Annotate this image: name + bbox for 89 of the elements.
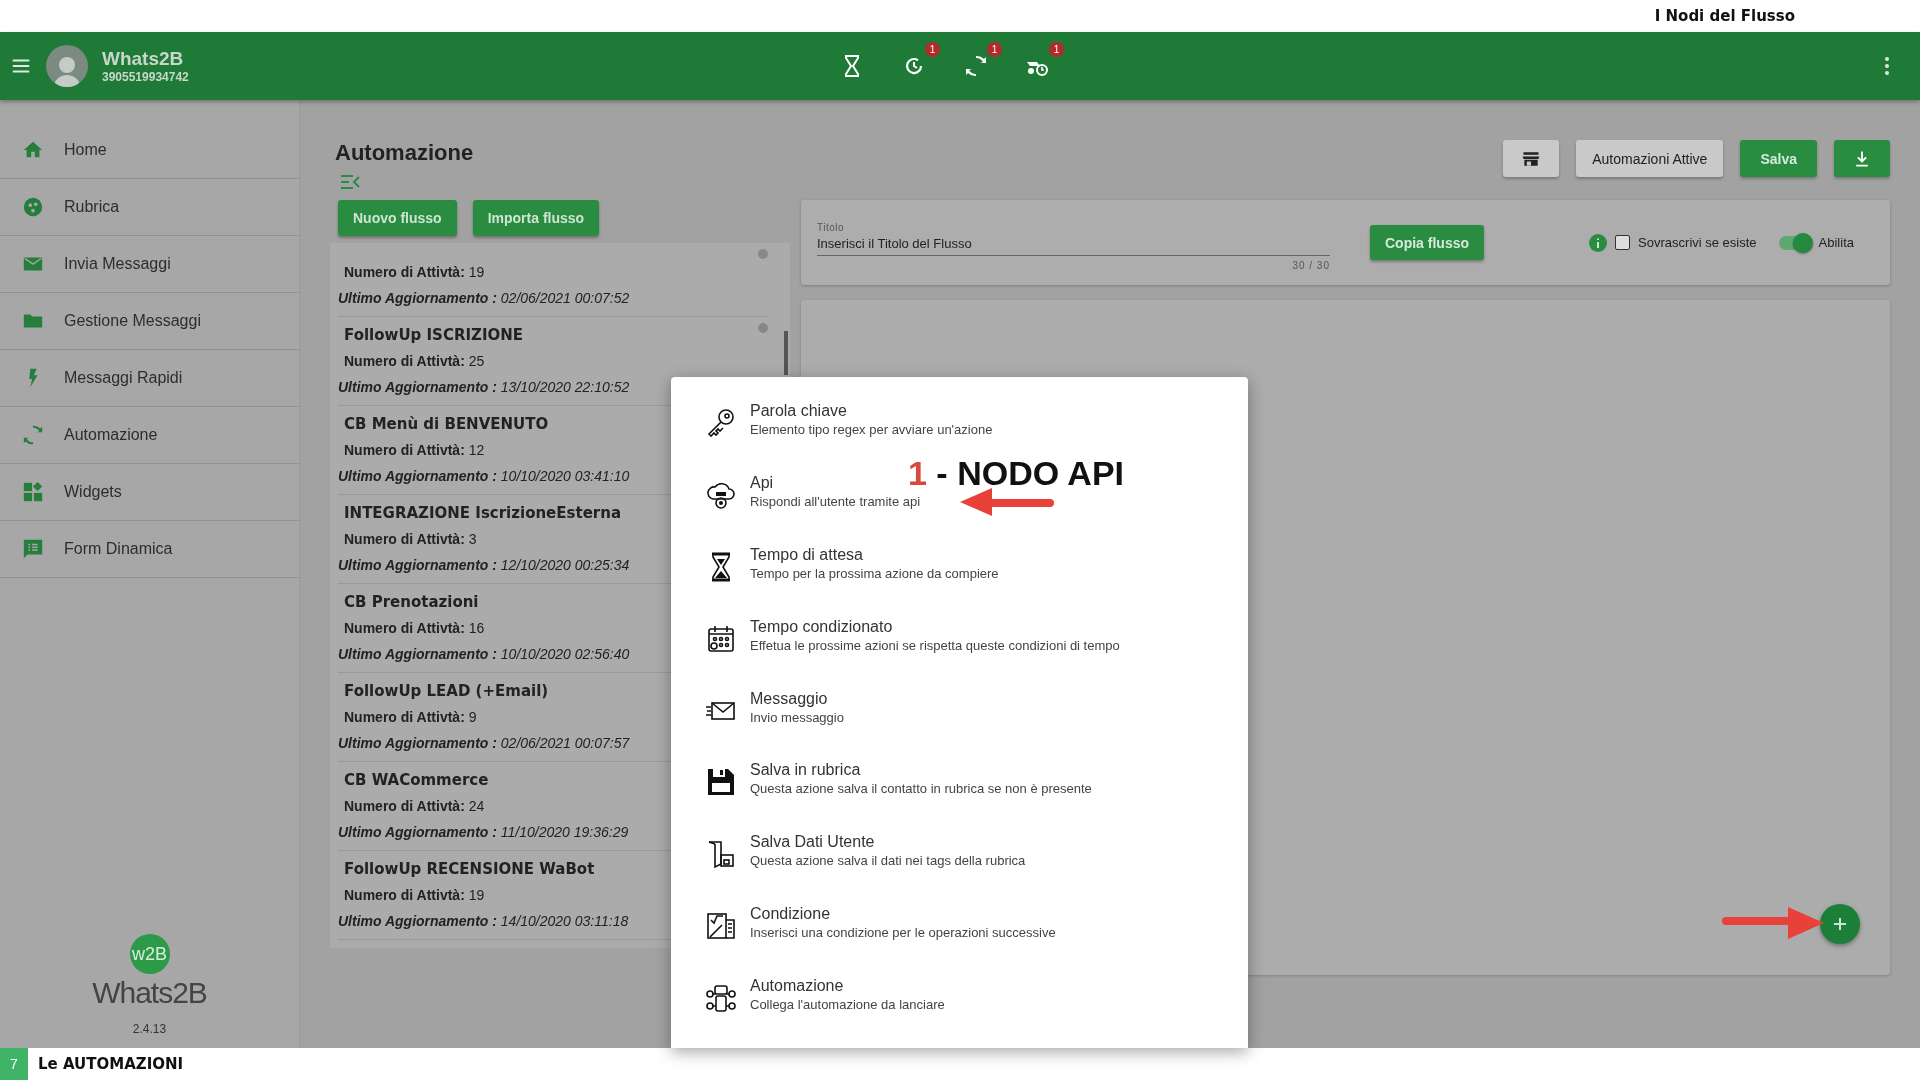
collapse-menu-icon <box>340 174 360 190</box>
notification-badge: 1 <box>925 42 940 57</box>
page-title: Automazione <box>334 139 475 167</box>
plus-icon <box>1832 916 1848 932</box>
sync-icon <box>964 54 988 78</box>
node-title[interactable]: Automazione <box>750 976 844 997</box>
node-description: Collega l'automazione da lanciare <box>750 996 945 1015</box>
notification-badge: 1 <box>987 42 1002 57</box>
key-icon <box>705 407 737 439</box>
node-description: Rispondi all'utente tramite api <box>750 492 921 511</box>
node-description: Invio messaggio <box>750 708 844 727</box>
enable-toggle[interactable] <box>1778 235 1811 250</box>
last-update: Ultimo Aggiornamento : 13/10/2020 22:10:52 <box>338 378 630 397</box>
save-button[interactable]: Salva <box>1740 140 1817 177</box>
activity-count: Numero di Attivtà: 3 <box>344 530 477 549</box>
activity-count: Numero di Attivtà: 19 <box>344 263 485 282</box>
sidebar-item[interactable]: Home <box>0 122 299 179</box>
page-number: 7 <box>0 1048 28 1080</box>
checkbox-label: Sovrascrivi se esiste <box>1638 235 1757 250</box>
node-title[interactable]: Messaggio <box>750 688 828 709</box>
activity-count: Numero di Attivtà: 24 <box>344 797 485 816</box>
last-update: Ultimo Aggiornamento : 10/10/2020 03:41:10 <box>338 467 630 486</box>
toggle-label: Abilita <box>1818 235 1854 250</box>
sidebar-item[interactable]: Form Dinamica <box>0 521 299 578</box>
app-name: Whats2B <box>102 48 185 70</box>
sidebar-item[interactable]: Widgets <box>0 464 299 521</box>
node-title[interactable]: Tempo di attesa <box>750 544 863 565</box>
flow-title: FollowUp RECENSIONE WaBot <box>344 859 595 880</box>
last-update: Ultimo Aggiornamento : 11/10/2020 19:36:29 <box>338 823 629 842</box>
more-icon <box>1884 55 1890 77</box>
active-automations-button[interactable]: Automazioni Attive <box>1576 140 1724 177</box>
activity-count: Numero di Attivtà: 12 <box>344 441 485 460</box>
sidebar-item[interactable]: Messaggi Rapidi <box>0 350 299 407</box>
flow-title: CB WACommerce <box>344 770 489 791</box>
overwrite-checkbox[interactable] <box>1615 235 1631 250</box>
phone-number: 3905519934742 <box>102 70 189 84</box>
flow-title: CB Menù di BENVENUTO <box>344 414 549 435</box>
widgets-icon <box>22 481 44 503</box>
sidebar-item[interactable]: Invia Messaggi <box>0 236 299 293</box>
section-title: Le AUTOMAZIONI <box>38 1055 184 1073</box>
last-update: Ultimo Aggiornamento : 02/06/2021 00:07:52 <box>338 289 630 308</box>
contacts-icon <box>22 196 44 218</box>
activity-count: Numero di Attivtà: 19 <box>344 886 485 905</box>
last-update: Ultimo Aggiornamento : 14/10/2020 03:11:18 <box>338 912 629 931</box>
activity-count: Numero di Attivtà: 16 <box>344 619 485 638</box>
activity-count: Numero di Attivtà: 9 <box>344 708 477 727</box>
last-update: Ultimo Aggiornamento : 10/10/2020 02:56:40 <box>338 645 630 664</box>
avatar <box>46 45 88 87</box>
node-description: Elemento tipo regex per avviare un'azione <box>750 421 993 439</box>
activity-count: Numero di Attivtà: 25 <box>344 352 485 371</box>
sync-icon <box>22 424 44 446</box>
flow-button[interactable]: Importa flusso <box>472 200 600 236</box>
last-update: Ultimo Aggiornamento : 12/10/2020 00:25:34 <box>338 556 630 575</box>
version-label: 2.4.13 <box>132 1022 167 1036</box>
node-title[interactable]: Condizione <box>750 904 831 925</box>
node-description: Effetua le prossime azioni se rispetta queste condizioni di tempo <box>750 636 1120 655</box>
sidebar-item[interactable]: Automazione <box>0 407 299 464</box>
logo-name: Whats2B <box>92 976 207 1010</box>
node-description: Tempo per la prossima azione da compiere <box>750 564 999 583</box>
node-title[interactable]: Salva in rubrica <box>750 760 861 781</box>
node-title[interactable]: Parola chiave <box>750 401 847 421</box>
download-button[interactable] <box>1834 140 1890 177</box>
last-update: Ultimo Aggiornamento : 02/06/2021 00:07:57 <box>338 734 630 753</box>
flow-button[interactable]: Nuovo flusso <box>338 200 457 236</box>
slide-title: I Nodi del Flusso <box>1654 7 1795 25</box>
callout-label: 1 - NODO API <box>908 456 1124 490</box>
flow-title: CB Prenotazioni <box>344 592 479 613</box>
add-node-button[interactable] <box>1820 904 1860 944</box>
title-field[interactable]: Titolo Inserisci il Titolo del Flusso 30 / 30 <box>817 222 1330 271</box>
character-counter: 30 / 30 <box>1292 260 1330 271</box>
node-description: Questa azione salva il dati nei tags della rubrica <box>750 852 1026 871</box>
node-title[interactable]: Salva Dati Utente <box>750 832 875 853</box>
copy-flow-button[interactable]: Copia flusso <box>1370 225 1484 260</box>
node-title[interactable]: Api <box>750 472 774 493</box>
flow-title: INTEGRAZIONE IscrizioneEsterna <box>344 503 621 524</box>
info-icon <box>1589 233 1608 252</box>
node-title[interactable]: Tempo condizionato <box>750 616 893 637</box>
node-description: Inserisci una condizione per le operazioni successive <box>750 924 1056 943</box>
form-icon <box>22 538 44 560</box>
logo-mark: w2B <box>129 934 170 974</box>
robot-icon <box>705 982 737 1015</box>
sidebar-item[interactable]: Gestione Messaggi <box>0 293 299 350</box>
notification-badge: 1 <box>1049 42 1064 57</box>
node-description: Questa azione salva il contatto in rubrica se non è presente <box>750 780 1092 799</box>
flow-title: FollowUp LEAD (+Email) <box>344 681 549 702</box>
flow-title: FollowUp ISCRIZIONE <box>344 325 524 346</box>
sidebar-item[interactable]: Rubrica <box>0 179 299 236</box>
scrollbar-thumb[interactable] <box>784 331 788 375</box>
store-button[interactable] <box>1503 140 1560 177</box>
